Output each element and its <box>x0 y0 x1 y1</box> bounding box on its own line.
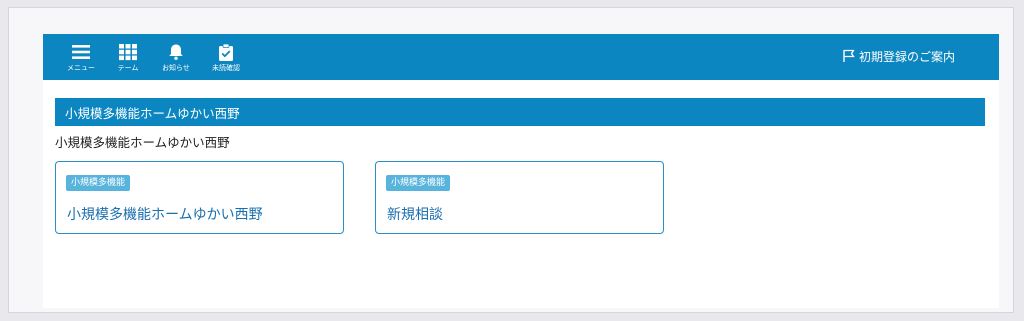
guide-label: 初期登録のご案内 <box>858 49 955 64</box>
hamburger-menu-icon <box>70 42 92 62</box>
section-title: 小規模多機能ホームゆかい西野 <box>65 105 240 121</box>
window-frame: メニュー テーム お知らせ 未読確認 初期登録のご案内 小規模多機能ホームゆかい… <box>8 7 1014 313</box>
service-type-badge: 小規模多機能 <box>386 175 451 191</box>
nav-theme-button[interactable]: テーム <box>108 42 148 76</box>
section-header: 小規模多機能ホームゆかい西野 <box>55 98 985 126</box>
flag-icon <box>842 49 856 63</box>
nav-menu-label: メニュー <box>67 64 95 72</box>
nav-unread-check-button[interactable]: 未読確認 <box>206 42 246 76</box>
service-type-badge: 小規模多機能 <box>66 175 131 191</box>
nav-theme-label: テーム <box>117 64 139 72</box>
facility-card[interactable]: 小規模多機能 小規模多機能ホームゆかい西野 <box>55 161 344 234</box>
card-title: 小規模多機能ホームゆかい西野 <box>67 207 263 223</box>
bell-icon <box>165 42 187 62</box>
nav-notifications-button[interactable]: お知らせ <box>156 42 196 76</box>
app-container: メニュー テーム お知らせ 未読確認 初期登録のご案内 小規模多機能ホームゆかい… <box>43 34 999 308</box>
nav-notifications-label: お知らせ <box>162 64 190 72</box>
facility-name: 小規模多機能ホームゆかい西野 <box>55 135 230 150</box>
top-navigation-bar: メニュー テーム お知らせ 未読確認 初期登録のご案内 <box>43 34 999 80</box>
new-consultation-card[interactable]: 小規模多機能 新規相談 <box>375 161 664 234</box>
initial-registration-guide-link[interactable]: 初期登録のご案内 <box>842 47 955 65</box>
nav-menu-button[interactable]: メニュー <box>61 42 101 76</box>
nav-unread-check-label: 未読確認 <box>212 64 240 72</box>
clipboard-check-icon <box>215 42 237 62</box>
card-title: 新規相談 <box>387 207 443 223</box>
grid-icon <box>117 42 139 62</box>
